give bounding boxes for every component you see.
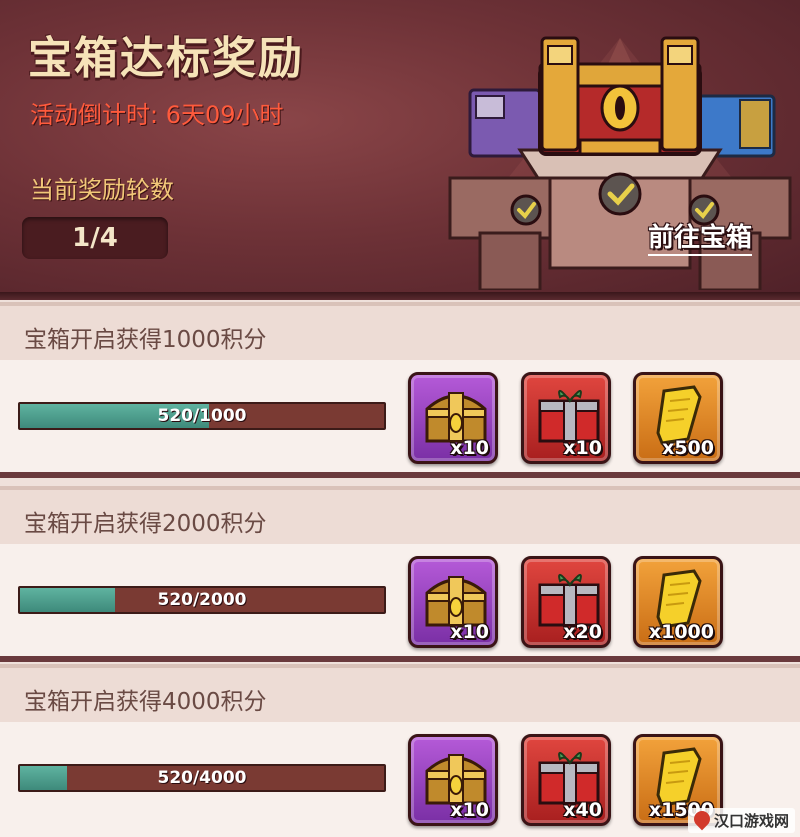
tier-body: 520/1000 x10 x10 x500	[0, 360, 800, 478]
event-title: 宝箱达标奖励	[28, 33, 304, 84]
reward-tier-2: 宝箱开启获得2000积分 520/2000 x10 x20 x1000	[0, 486, 800, 668]
tier-progress-text: 520/2000	[157, 590, 247, 610]
event-countdown: 活动倒计时: 6天09小时	[30, 101, 284, 129]
tier-progress-text: 520/1000	[157, 406, 247, 426]
tier-body: 520/4000 x10 x40 x1500	[0, 722, 800, 837]
reward-quantity: x500	[662, 437, 714, 459]
go-to-treasure-button[interactable]: 前往宝箱	[648, 222, 753, 256]
reward-item-scroll[interactable]: x500	[633, 372, 723, 464]
tier-header: 宝箱开启获得4000积分	[0, 664, 800, 722]
reward-quantity: x10	[450, 621, 489, 643]
site-watermark: 汉口游戏网	[688, 808, 796, 833]
reward-tier-3: 宝箱开启获得4000积分 520/4000 x10 x40 x1500	[0, 664, 800, 837]
tier-progress-text: 520/4000	[157, 768, 247, 788]
reward-item-chest[interactable]: x10	[408, 372, 498, 464]
reward-quantity: x1000	[648, 621, 714, 643]
reward-item-gift[interactable]: x40	[521, 734, 611, 826]
tier-title: 宝箱开启获得1000积分	[24, 327, 267, 353]
tier-progress-bar: 520/4000	[18, 764, 386, 792]
reward-item-chest[interactable]: x10	[408, 556, 498, 648]
tier-progress-bar: 520/1000	[18, 402, 386, 430]
tier-title: 宝箱开启获得2000积分	[24, 511, 267, 537]
reward-tier-1: 宝箱开启获得1000积分 520/1000 x10 x10 x500	[0, 302, 800, 484]
reward-item-chest[interactable]: x10	[408, 734, 498, 826]
tier-header: 宝箱开启获得1000积分	[0, 302, 800, 360]
tier-title: 宝箱开启获得4000积分	[24, 689, 267, 715]
tier-progress-bar: 520/2000	[18, 586, 386, 614]
reward-quantity: x10	[563, 437, 602, 459]
rounds-counter: 1/4	[22, 217, 168, 259]
reward-quantity: x10	[450, 799, 489, 821]
event-header: 宝箱达标奖励 活动倒计时: 6天09小时 当前奖励轮数 1/4 前往宝箱	[0, 0, 800, 300]
reward-item-gift[interactable]: x20	[521, 556, 611, 648]
tier-body: 520/2000 x10 x20 x1000	[0, 544, 800, 662]
rounds-label: 当前奖励轮数	[30, 176, 174, 204]
reward-item-gift[interactable]: x10	[521, 372, 611, 464]
reward-item-scroll[interactable]: x1000	[633, 556, 723, 648]
tier-header: 宝箱开启获得2000积分	[0, 486, 800, 544]
reward-quantity: x20	[563, 621, 602, 643]
reward-quantity: x40	[563, 799, 602, 821]
reward-quantity: x10	[450, 437, 489, 459]
